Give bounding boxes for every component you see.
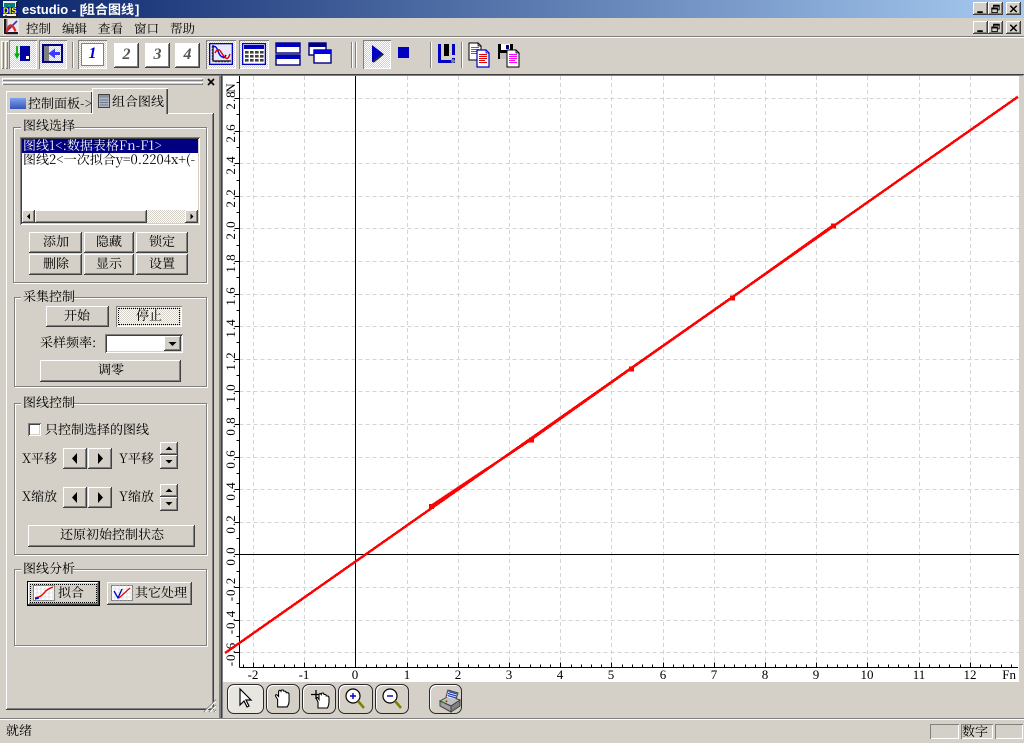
svg-text:2.4: 2.4 [223, 155, 238, 174]
svg-text:1.4: 1.4 [223, 318, 238, 337]
svg-text:0.4: 0.4 [223, 481, 238, 500]
svg-text:-0.2: -0.2 [223, 577, 238, 602]
svg-text:1.6: 1.6 [223, 286, 238, 305]
svg-text:0.6: 0.6 [223, 449, 238, 468]
svg-text:-0.4: -0.4 [223, 610, 238, 635]
svg-text:10: 10 [861, 667, 874, 682]
svg-text:DIS: DIS [3, 7, 17, 16]
svg-text:2: 2 [455, 667, 462, 682]
svg-text:0.8: 0.8 [223, 416, 238, 435]
svg-text:Fn: Fn [1002, 667, 1016, 682]
svg-text:1.0: 1.0 [223, 383, 238, 402]
svg-text:0.2: 0.2 [223, 514, 238, 533]
svg-text:12: 12 [964, 667, 977, 682]
svg-text:-2: -2 [248, 667, 259, 682]
svg-text:1: 1 [404, 667, 411, 682]
svg-text:4: 4 [557, 667, 564, 682]
svg-text:2.2: 2.2 [223, 188, 238, 207]
svg-text:2.0: 2.0 [223, 220, 238, 239]
svg-text:1.8: 1.8 [223, 253, 238, 272]
svg-text:0: 0 [352, 667, 359, 682]
svg-text:6: 6 [660, 667, 667, 682]
svg-text:9: 9 [813, 667, 820, 682]
svg-text:-1: -1 [299, 667, 310, 682]
svg-text:7: 7 [711, 667, 718, 682]
svg-text:11: 11 [913, 667, 926, 682]
svg-text:2.6: 2.6 [223, 123, 238, 142]
svg-text:0.0: 0.0 [223, 546, 238, 565]
svg-text:5: 5 [608, 667, 615, 682]
svg-text:3: 3 [506, 667, 513, 682]
svg-text:8: 8 [762, 667, 769, 682]
svg-text:N: N [223, 83, 238, 93]
svg-text:1.2: 1.2 [223, 351, 238, 370]
